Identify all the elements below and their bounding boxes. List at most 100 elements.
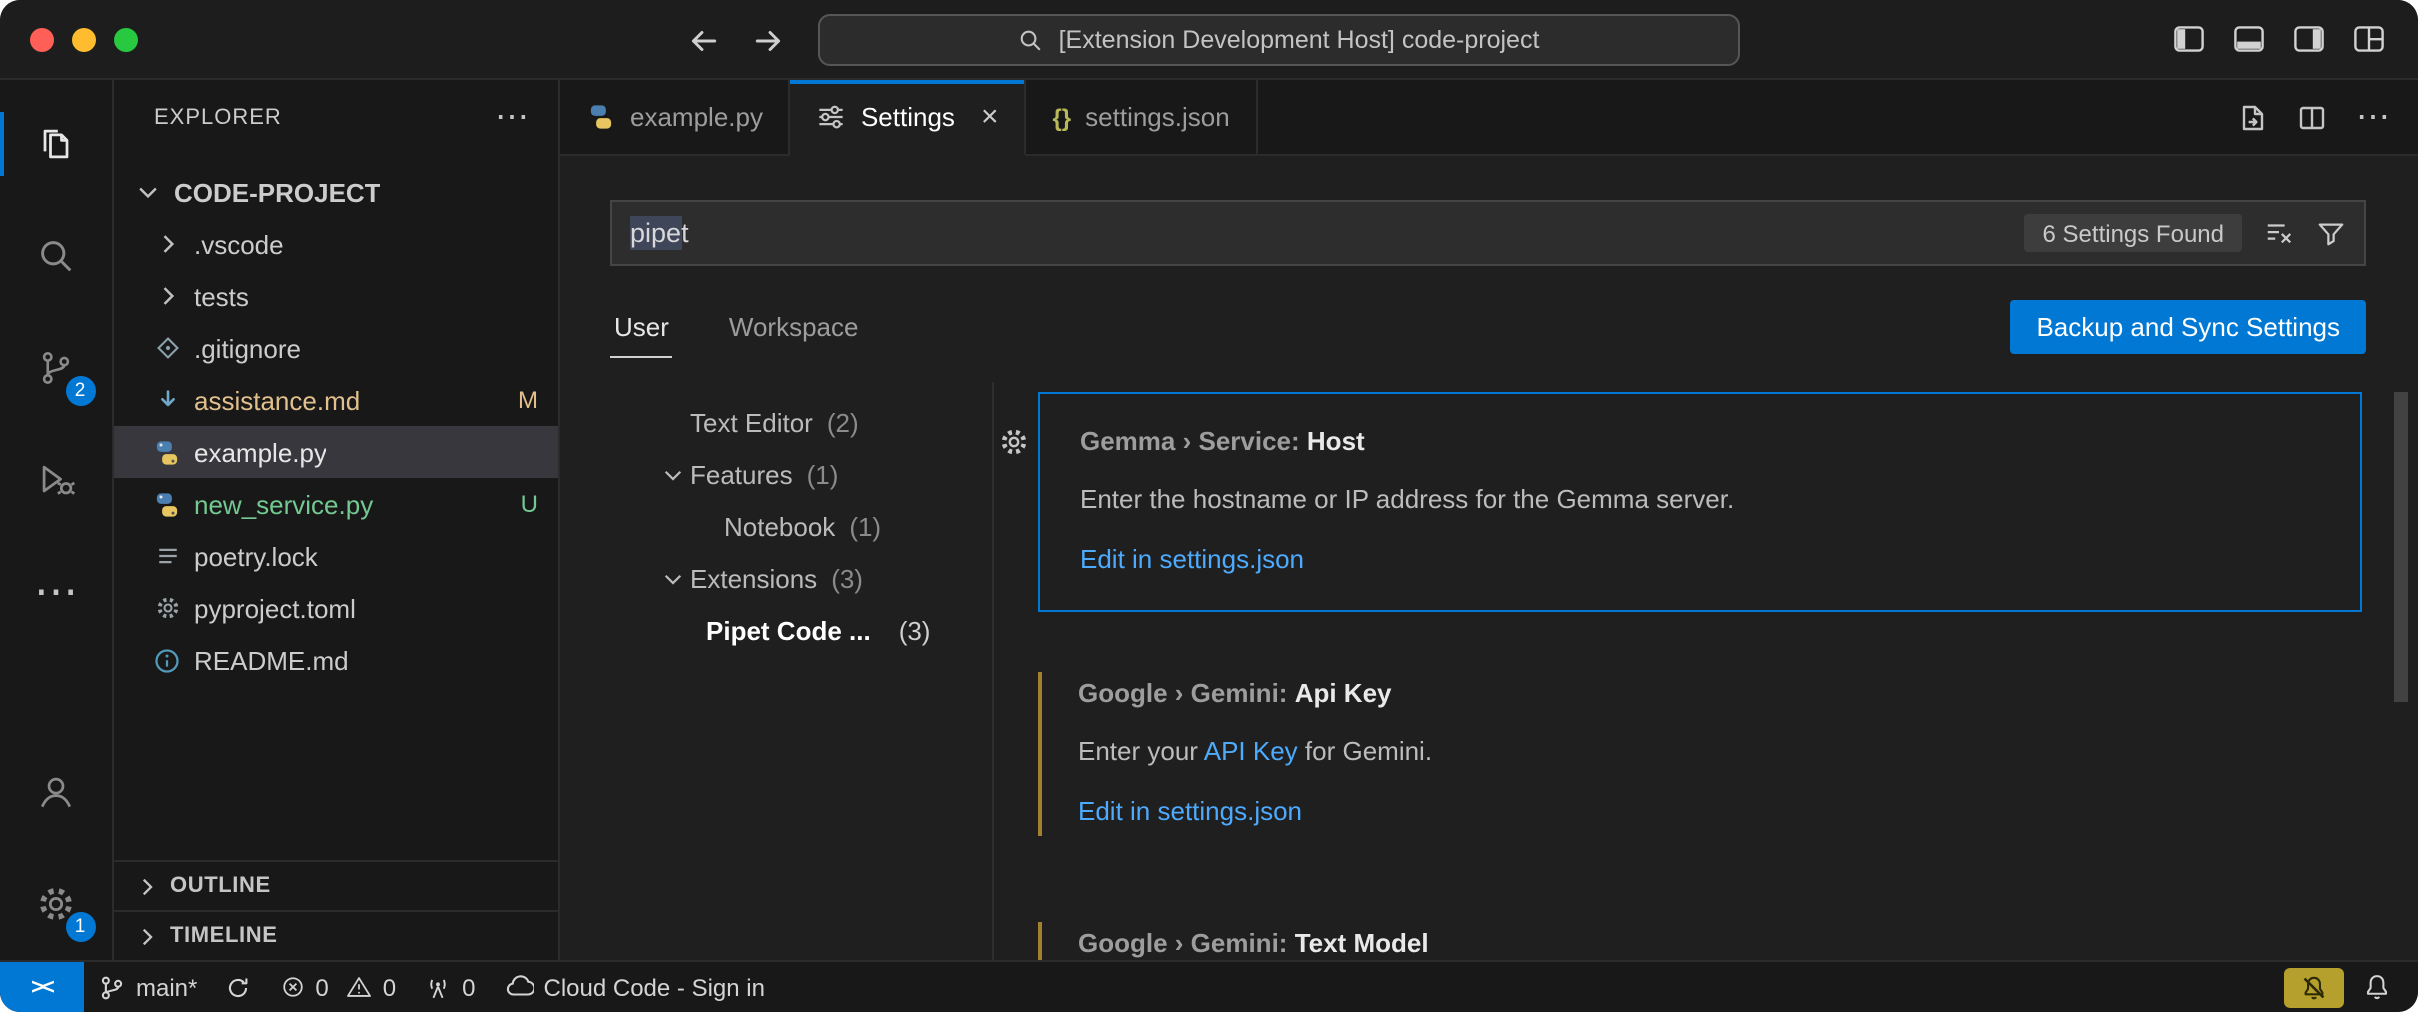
git-file-icon (150, 334, 184, 362)
lock-file-icon (150, 542, 184, 570)
notifications-bell[interactable] (2362, 972, 2418, 1002)
open-settings-json-icon[interactable] (2236, 101, 2268, 133)
config-gear-icon (150, 594, 184, 622)
problems-status-item[interactable]: 0 0 (265, 962, 410, 1012)
run-debug-icon (34, 458, 78, 502)
outline-section-header[interactable]: OUTLINE (114, 860, 558, 910)
toggle-secondary-sidebar-icon[interactable] (2292, 22, 2326, 56)
git-status-badge: M (502, 386, 538, 414)
bell-slash-icon (2300, 973, 2328, 1001)
sidebar-title: EXPLORER (154, 106, 282, 130)
activity-bar: 2 ⋯ 1 (0, 80, 114, 960)
edit-in-settings-json-link[interactable]: Edit in settings.json (1078, 792, 2322, 830)
command-center-label: [Extension Development Host] code-projec… (1059, 26, 1540, 54)
search-icon (1019, 27, 1045, 53)
explorer-actions-icon[interactable]: ⋯ (495, 108, 530, 128)
tree-item-poetry-lock[interactable]: poetry.lock (114, 530, 558, 582)
markdown-file-icon (150, 386, 184, 414)
activity-accounts[interactable] (0, 736, 113, 848)
tree-root-code-project[interactable]: CODE-PROJECT (114, 166, 558, 218)
editor-group: example.py Settings × {} settings.json (560, 80, 2418, 960)
backup-sync-settings-button[interactable]: Backup and Sync Settings (2010, 300, 2366, 354)
git-status-badge: U (505, 490, 538, 518)
setting-description: Enter the hostname or IP address for the… (1080, 480, 2320, 518)
minimize-window-button[interactable] (72, 28, 96, 52)
activity-run-debug[interactable] (0, 424, 113, 536)
filter-icon[interactable] (2316, 218, 2346, 248)
clear-search-results-icon[interactable] (2264, 218, 2294, 248)
activity-more[interactable]: ⋯ (0, 536, 113, 648)
activity-explorer[interactable] (0, 88, 113, 200)
toc-text-editor[interactable]: Text Editor (2) (560, 396, 992, 448)
tree-item-tests[interactable]: tests (114, 270, 558, 322)
activity-source-control[interactable]: 2 (0, 312, 113, 424)
setting-category: Google › Gemini: (1078, 678, 1295, 708)
split-editor-icon[interactable] (2296, 101, 2328, 133)
warnings-icon (347, 974, 373, 1000)
tree-item-vscode[interactable]: .vscode (114, 218, 558, 270)
notifications-muted-alert[interactable] (2284, 967, 2344, 1007)
setting-google-gemini-api-key[interactable]: Google › Gemini: Api Key Enter your API … (1038, 646, 2362, 862)
scrollbar[interactable] (2394, 392, 2408, 702)
zoom-window-button[interactable] (114, 28, 138, 52)
chevron-right-icon (150, 282, 184, 310)
tree-item-assistance-md[interactable]: assistance.md M (114, 374, 558, 426)
scm-badge: 2 (65, 376, 95, 406)
settings-search-input[interactable]: pipe t 6 Settings Found (610, 200, 2366, 266)
activity-search[interactable] (0, 200, 113, 312)
toc-pipet-code[interactable]: Pipet Code ... (3) (560, 604, 992, 656)
title-bar: [Extension Development Host] code-projec… (0, 0, 2418, 80)
tab-settings-json[interactable]: {} settings.json (1026, 80, 1257, 154)
tree-item-example-py[interactable]: example.py (114, 426, 558, 478)
python-file-icon (586, 102, 616, 132)
setting-gear-icon[interactable] (998, 426, 1030, 458)
file-tree: CODE-PROJECT .vscode tests (114, 156, 558, 860)
python-file-icon (150, 489, 184, 519)
edit-in-settings-json-link[interactable]: Edit in settings.json (1080, 540, 2320, 578)
chevron-down-icon (130, 178, 164, 206)
ports-status-item[interactable]: 0 (410, 962, 489, 1012)
timeline-section-header[interactable]: TIMELINE (114, 910, 558, 960)
more-actions-icon[interactable]: ⋯ (2356, 107, 2390, 127)
settings-list: Gemma › Service: Host Enter the hostname… (994, 382, 2418, 960)
settings-badge: 1 (65, 912, 95, 942)
settings-scope-tabs: User Workspace Backup and Sync Settings (610, 290, 2366, 358)
toc-notebook[interactable]: Notebook (1) (560, 500, 992, 552)
search-rest-text: t (681, 218, 689, 248)
branch-status-item[interactable]: main* (84, 962, 265, 1012)
tree-item-pyproject-toml[interactable]: pyproject.toml (114, 582, 558, 634)
scope-tab-workspace[interactable]: Workspace (725, 312, 863, 358)
tree-item-gitignore[interactable]: .gitignore (114, 322, 558, 374)
activity-settings[interactable]: 1 (0, 848, 113, 960)
setting-category: Gemma › Service: (1080, 426, 1307, 456)
tab-close-icon[interactable]: × (981, 107, 999, 127)
toc-features[interactable]: Features (1) (560, 448, 992, 500)
settings-editor: pipe t 6 Settings Found User Workspace B… (560, 156, 2418, 960)
remote-icon: >< (31, 975, 53, 999)
python-file-icon (150, 437, 184, 467)
tab-settings[interactable]: Settings × (791, 80, 1027, 156)
remote-indicator[interactable]: >< (0, 962, 84, 1012)
errors-icon (279, 974, 305, 1000)
bell-icon (2362, 972, 2392, 1002)
toggle-primary-sidebar-icon[interactable] (2172, 22, 2206, 56)
forward-arrow-icon[interactable] (752, 24, 786, 58)
customize-layout-icon[interactable] (2352, 22, 2386, 56)
cloud-code-status-item[interactable]: Cloud Code - Sign in (490, 962, 779, 1012)
tab-example-py[interactable]: example.py (560, 80, 791, 154)
setting-google-gemini-text-model[interactable]: Google › Gemini: Text Model (1038, 896, 2362, 960)
toc-extensions[interactable]: Extensions (3) (560, 552, 992, 604)
setting-gemma-service-host[interactable]: Gemma › Service: Host Enter the hostname… (1038, 392, 2362, 612)
close-window-button[interactable] (30, 28, 54, 52)
tree-item-readme-md[interactable]: README.md (114, 634, 558, 686)
tree-item-new-service-py[interactable]: new_service.py U (114, 478, 558, 530)
status-bar: >< main* 0 0 0 (0, 960, 2418, 1012)
api-key-link[interactable]: API Key (1204, 736, 1298, 766)
back-arrow-icon[interactable] (686, 24, 720, 58)
command-center[interactable]: [Extension Development Host] code-projec… (818, 14, 1740, 66)
scope-tab-user[interactable]: User (610, 312, 673, 358)
toggle-panel-icon[interactable] (2232, 22, 2266, 56)
account-icon (34, 770, 78, 814)
settings-sliders-icon (817, 102, 847, 132)
ellipsis-icon: ⋯ (34, 582, 78, 602)
